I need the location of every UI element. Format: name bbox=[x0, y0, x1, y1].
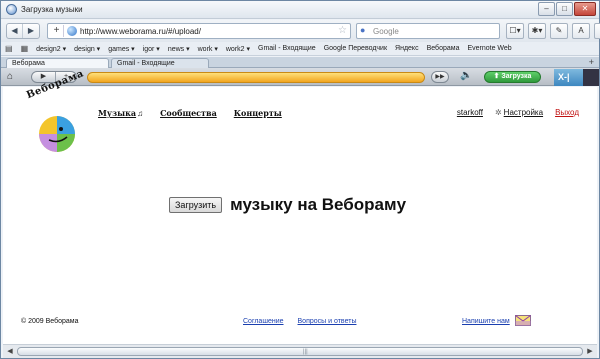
upload-headline: музыку на Веборамy bbox=[230, 195, 407, 214]
bookmark-item[interactable]: design ▾ bbox=[74, 45, 100, 53]
title-bar: Загрузка музыки – □ ✕ bbox=[1, 1, 599, 19]
window-controls: – □ ✕ bbox=[538, 2, 596, 16]
playback-progress-bar[interactable] bbox=[87, 72, 425, 83]
back-button[interactable]: ◀ bbox=[7, 24, 23, 38]
search-box[interactable]: ● Google bbox=[356, 23, 500, 39]
page-content: Веборама Музыка♫ Сообщества Концерты sta… bbox=[3, 68, 597, 344]
history-buttons: ◀ ▶ bbox=[6, 23, 40, 39]
nav-music[interactable]: Музыка bbox=[98, 108, 136, 118]
username-link[interactable]: starkoff bbox=[457, 108, 483, 117]
bookmark-item[interactable]: Яндекс bbox=[395, 45, 419, 52]
add-bookmark-icon[interactable]: + bbox=[50, 25, 64, 37]
site-globe-icon bbox=[67, 26, 77, 36]
music-note-icon: ♫ bbox=[137, 109, 144, 118]
bookmark-item[interactable]: work2 ▾ bbox=[226, 45, 250, 53]
forward-button[interactable]: ▶ bbox=[23, 24, 39, 38]
bookmark-item[interactable]: work ▾ bbox=[198, 45, 218, 53]
settings-link[interactable]: Настройка bbox=[504, 108, 543, 117]
close-button[interactable]: ✕ bbox=[574, 2, 596, 16]
minimize-button[interactable]: – bbox=[538, 2, 555, 16]
page-menu-button[interactable]: ☐▾ bbox=[506, 23, 524, 39]
player-bar: ⌂ ▶ + ▶▶ 🔈 ⬆ Загрузка bbox=[1, 68, 599, 86]
window-title: Загрузка музыки bbox=[21, 5, 83, 14]
bookmark-item[interactable]: Google Переводчик bbox=[324, 45, 387, 52]
scroll-left-arrow-icon[interactable]: ◀ bbox=[4, 347, 16, 357]
logo-face-icon bbox=[39, 116, 75, 152]
browser-window: Загрузка музыки – □ ✕ ◀ ▶ + http://www.w… bbox=[0, 0, 600, 359]
new-tab-button[interactable]: + bbox=[589, 57, 594, 67]
font-larger-button[interactable]: A bbox=[594, 23, 600, 39]
bookmarks-bar: ▤ ▦ design2 ▾ design ▾ games ▾ igor ▾ ne… bbox=[1, 42, 599, 56]
nav-communities[interactable]: Сообщества bbox=[160, 108, 217, 118]
skip-forward-button[interactable]: ▶▶ bbox=[431, 71, 449, 83]
tab-strip: Веборама Gmail - Входящие + bbox=[1, 57, 599, 68]
mail-envelope-icon[interactable] bbox=[515, 315, 531, 326]
scroll-grip-icon: ||| bbox=[303, 349, 308, 355]
bookmark-item[interactable]: design2 ▾ bbox=[36, 45, 66, 53]
google-search-icon: ● bbox=[360, 25, 366, 35]
browser-app-icon bbox=[6, 4, 17, 15]
bookmark-star-icon[interactable]: ☆ bbox=[338, 25, 347, 36]
bookmark-item[interactable]: igor ▾ bbox=[143, 45, 160, 53]
tab-weborama[interactable]: Веборама bbox=[6, 58, 109, 68]
tab-gmail[interactable]: Gmail - Входящие bbox=[111, 58, 209, 68]
upload-section: Загрузить музыку на Веборамy bbox=[169, 195, 406, 215]
upload-button[interactable]: Загрузить bbox=[169, 197, 223, 213]
volume-icon[interactable]: 🔈 bbox=[460, 70, 472, 81]
bookmark-item[interactable]: news ▾ bbox=[168, 45, 190, 53]
navigation-toolbar: ◀ ▶ + http://www.weborama.ru/#/upload/ ☆… bbox=[1, 20, 600, 42]
logout-link[interactable]: Выход bbox=[555, 108, 579, 117]
page-footer: © 2009 Веборама Соглашение Вопросы и отв… bbox=[3, 315, 597, 332]
home-icon[interactable]: ⌂ bbox=[7, 71, 13, 82]
faq-link[interactable]: Вопросы и ответы bbox=[298, 318, 357, 325]
weborama-logo[interactable]: Веборама bbox=[23, 68, 95, 161]
main-navigation: Музыка♫ Сообщества Концерты bbox=[98, 108, 282, 118]
scroll-right-arrow-icon[interactable]: ▶ bbox=[584, 347, 596, 357]
xspf-badge[interactable]: X-| bbox=[554, 69, 599, 86]
bookmark-item[interactable]: Evernote Web bbox=[467, 45, 511, 52]
footer-links: Соглашение Вопросы и ответы bbox=[243, 318, 356, 325]
bookmarks-book-icon[interactable]: ▤ bbox=[5, 44, 13, 53]
font-smaller-button[interactable]: A bbox=[572, 23, 590, 39]
settings-gear-button[interactable]: ✱▾ bbox=[528, 23, 546, 39]
bookmark-item[interactable]: Gmail - Входящие bbox=[258, 45, 316, 52]
bookmark-item[interactable]: Веборама bbox=[427, 45, 460, 52]
horizontal-scrollbar[interactable]: ◀ ||| ▶ bbox=[3, 344, 597, 358]
agreement-link[interactable]: Соглашение bbox=[243, 318, 284, 325]
address-bar[interactable]: + http://www.weborama.ru/#/upload/ ☆ bbox=[47, 23, 351, 39]
toolbar-tools: ☐▾ ✱▾ ✎ A A bbox=[506, 23, 600, 39]
settings-gear-icon: ✲ bbox=[494, 108, 502, 117]
edit-pencil-button[interactable]: ✎ bbox=[550, 23, 568, 39]
url-text[interactable]: http://www.weborama.ru/#/upload/ bbox=[80, 27, 201, 36]
upload-pill-button[interactable]: ⬆ Загрузка bbox=[484, 71, 541, 83]
scrollbar-thumb[interactable]: ||| bbox=[17, 347, 583, 356]
bookmarks-grid-icon[interactable]: ▦ bbox=[21, 44, 29, 53]
write-us-link[interactable]: Напишите нам bbox=[462, 318, 510, 325]
user-navigation: starkoff ✲ Настройка Выход bbox=[457, 108, 579, 117]
bookmark-item[interactable]: games ▾ bbox=[108, 45, 134, 53]
badge-avatar bbox=[583, 69, 599, 86]
search-placeholder[interactable]: Google bbox=[373, 27, 399, 36]
maximize-button[interactable]: □ bbox=[556, 2, 573, 16]
copyright-text: © 2009 Веборама bbox=[21, 318, 79, 325]
nav-concerts[interactable]: Концерты bbox=[234, 108, 282, 118]
